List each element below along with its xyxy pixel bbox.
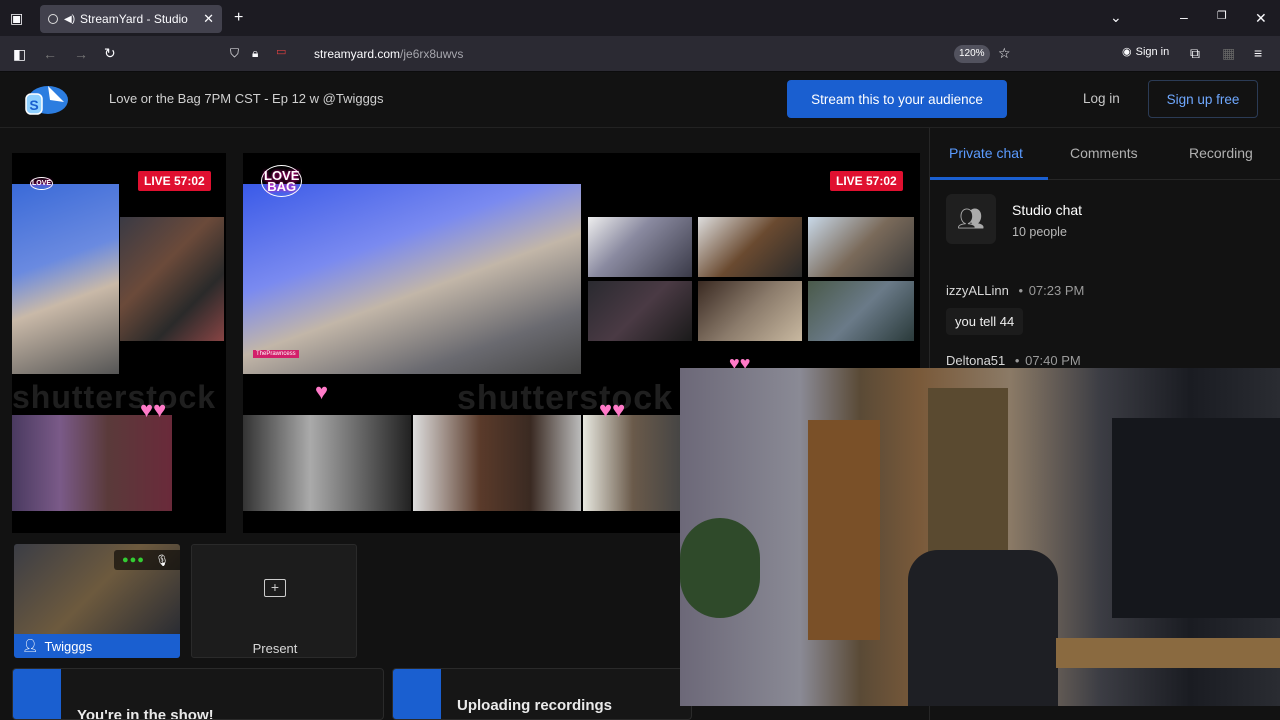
tab-private-chat[interactable]: Private chat [949,145,1023,161]
people-icon: 👥︎ [946,194,996,244]
guest-video-smile [413,415,581,511]
speaker-icon[interactable]: ◀) [64,14,75,25]
present-screen-icon: + [264,579,286,597]
heart-icon: ♥ [315,379,329,404]
sidebar-toggle-icon[interactable]: ◧ [13,47,26,61]
guest-strip-video [12,415,172,511]
present-button[interactable]: + Present [191,544,357,658]
monitor-shape [1112,418,1280,618]
account-icon: ◉ [1122,46,1132,58]
firefox-signin[interactable]: ◉ Sign in [1122,45,1170,59]
menu-icon[interactable]: ≡ [1254,46,1262,60]
back-icon[interactable]: ← [43,47,57,61]
webcam-popout-video[interactable] [680,368,1280,706]
heart-icon: ♥♥ [140,397,167,422]
guest-video-bw [243,415,411,511]
live-badge-main: LIVE 57:02 [830,171,903,191]
minimize-icon[interactable]: – [1180,10,1188,24]
message-time: 07:23 PM [1028,283,1085,298]
firefox-signin-label: Sign in [1135,45,1170,58]
studio-chat-title: Studio chat [1012,202,1083,218]
signup-button[interactable]: Sign up free [1148,80,1258,118]
person-icon: 👤︎ [22,638,39,653]
forward-icon[interactable]: → [74,47,88,61]
plant-shape [680,518,760,618]
browser-tab-streamyard[interactable]: ◀) StreamYard - Studio ✕ [40,5,222,33]
door-shape [808,420,880,640]
tab-comments[interactable]: Comments [1070,145,1138,161]
tab-recording[interactable]: Recording [1189,145,1253,161]
desk-shape [1056,638,1280,668]
show-logo-line1: LOVE [32,180,52,187]
audio-level-icon: ●●● [122,554,145,566]
tab-list-icon[interactable]: ▣ [10,11,23,25]
guest-grid-video [120,217,224,341]
participant-tile-self[interactable]: ●●● 🎙︎ ⋮ 👤︎ Twigggs [14,544,180,658]
show-logo-small: LOVE [30,177,54,190]
main-host-video [243,184,581,374]
extensions-icon[interactable]: ⧉ [1190,46,1200,60]
tile-controls: ●●● 🎙︎ ⋮ [114,550,180,570]
tab-title: StreamYard - Studio [80,12,188,26]
participant-name: Twigggs [44,638,93,654]
author-name: Deltona51 [946,353,1006,368]
heart-icon: ♥♥ [599,397,626,422]
notice-accent-bar [393,669,441,719]
notice-accent-bar [13,669,61,719]
guest-video-2 [698,217,802,277]
guest-video-5 [698,281,802,341]
favicon-icon [48,14,58,24]
in-show-text: You're in the show! [77,707,214,720]
chevron-down-icon[interactable]: ⌄ [1110,10,1122,24]
browser-navbar: ◧ ← → ↻ ⛉ 🔒︎ ▭ streamyard.com/je6rx8uwvs… [0,36,1280,72]
show-logo: LOVE BAG [261,165,303,197]
address-bar[interactable]: streamyard.com/je6rx8uwvs [222,40,1020,68]
chair-shape [908,550,1058,706]
login-link[interactable]: Log in [1083,91,1120,106]
chat-message-text: you tell 44 [946,308,1024,335]
url-host: streamyard.com [314,47,401,61]
in-show-notice: You're in the show! [12,668,384,720]
close-tab-icon[interactable]: ✕ [203,11,214,27]
more-options-icon[interactable]: ⋮ [179,554,180,567]
microphone-icon[interactable]: 🎙︎ [155,554,169,567]
bookmark-star-icon[interactable]: ☆ [998,46,1011,60]
studio-chat-count: 10 people [1012,225,1067,239]
present-label: Present [252,641,298,656]
guest-video-1 [588,217,692,277]
show-logo-line2-main: BAG [267,179,297,194]
host-video [12,184,119,374]
watermark-text-main: shutterstock [457,379,674,417]
live-badge: LIVE 57:02 [138,171,211,191]
message-time: 07:40 PM [1025,353,1081,368]
guest-video-right [583,415,683,511]
browser-tabbar: ▣ ◀) StreamYard - Studio ✕ + ⌄ – ❐ ✕ [0,0,1280,36]
active-tab-indicator [930,177,1048,180]
studio-chat-header[interactable]: 👥︎ Studio chat 10 people [946,194,1266,250]
new-tab-icon[interactable]: + [234,10,243,26]
window-close-icon[interactable]: ✕ [1255,11,1267,25]
chat-message-author: izzyALLinn • 07:23 PM [946,283,1085,298]
guest-video-3 [808,217,914,277]
guest-video-4 [588,281,692,341]
show-title: Love or the Bag 7PM CST - Ep 12 w @Twigg… [109,91,384,106]
zoom-level[interactable]: 120% [954,45,990,63]
extension-icon[interactable]: ▦ [1222,46,1235,60]
participant-label: 👤︎ Twigggs [14,634,180,658]
guest-video-6 [808,281,914,341]
streamyard-logo[interactable]: S [24,82,70,116]
uploading-notice: Uploading recordings [392,668,692,720]
chat-message-author: Deltona51 • 07:40 PM [946,353,1081,368]
stage-preview-small: shutterstock LOVE LIVE 57:02 ♥♥ [12,153,226,533]
stream-to-audience-button[interactable]: Stream this to your audience [787,80,1007,118]
watermark-text: shutterstock [12,379,217,415]
uploading-text: Uploading recordings [457,697,613,714]
svg-text:S: S [29,97,38,113]
url-path: /je6rx8uwvs [400,47,464,61]
reload-icon[interactable]: ↻ [104,46,116,60]
author-name: izzyALLinn [946,283,1009,298]
host-namebar: ThePrawncess [253,350,299,358]
side-tabs: Private chat Comments Recording [930,128,1280,180]
restore-icon[interactable]: ❐ [1217,11,1227,22]
